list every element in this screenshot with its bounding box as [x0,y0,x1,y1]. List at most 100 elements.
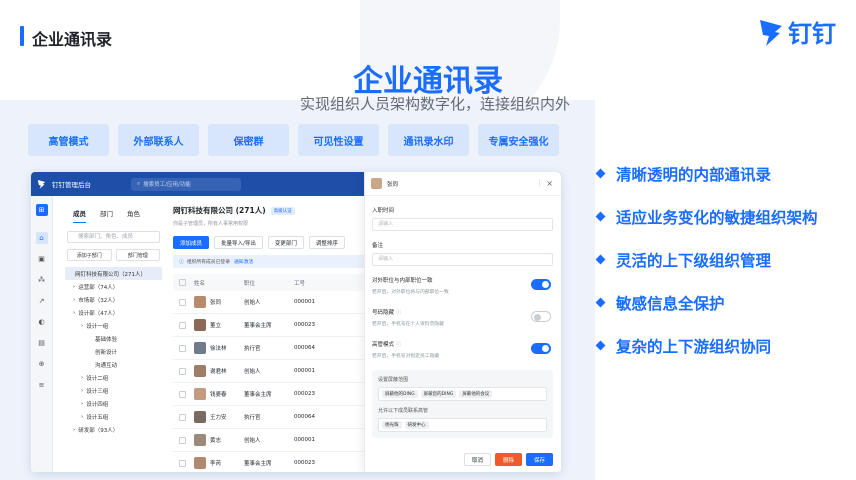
row-checkbox[interactable] [179,344,186,352]
save-button[interactable]: 保存 [525,453,553,466]
external-title-toggle[interactable] [531,279,551,290]
row-checkbox[interactable] [179,390,186,398]
table-row[interactable]: 钱婆春 董事会主席 000023 [173,383,373,406]
row-checkbox[interactable] [179,367,186,375]
tag[interactable]: 屏蔽他的会议 [459,390,493,398]
diamond-bullet-icon [595,297,606,308]
contacts-icon[interactable]: ▣ [36,253,48,265]
hide-number-toggle[interactable] [531,311,551,322]
tree-node[interactable]: › 设计二组 [61,371,166,384]
table-row[interactable]: 谢君林 创始人 000001 [173,360,373,383]
chart-icon[interactable]: ↗ [36,295,48,307]
settings-icon[interactable]: ⊕ [36,358,48,370]
header-accent-bar [20,26,24,46]
row-checkbox[interactable] [179,321,186,329]
tag[interactable]: 研发中心 [404,421,429,429]
row-checkbox[interactable] [179,459,186,467]
member-name: 李芮 [210,461,222,467]
id-cell: 000023 [294,460,315,466]
tree-node-label: 设计四组 [86,401,109,408]
close-icon[interactable]: × [546,179,553,188]
tag[interactable]: 屏蔽他的DING [382,390,418,398]
chip[interactable]: 可见性设置 [298,124,379,156]
tree-node[interactable]: 创新设计 [61,345,166,358]
org-icon[interactable]: ⊞ [35,204,48,216]
block-scope-select[interactable]: 屏蔽他的DING 屏蔽您的DING 屏蔽他的会议 [378,387,547,401]
search-icon: ⌕ [137,180,141,187]
table-row[interactable]: 徐法林 执行官 000064 [173,337,373,360]
row-checkbox[interactable] [179,298,186,306]
tree-node[interactable]: › 设计五组 [61,410,166,423]
action-bar: 添加成员 批量导入/导出 变更部门 调整排序 [173,236,373,249]
info-icon: ⓘ [179,260,184,265]
change-department-button[interactable]: 变更部门 [267,236,304,249]
tree-node[interactable]: 基础体验 [61,332,166,345]
apps-icon[interactable]: ⁂ [36,274,48,286]
tabs: 成员 部门 角色 [61,196,166,223]
adjust-order-button[interactable]: 调整排序 [308,236,345,249]
remark-input[interactable]: 请输入 [372,253,553,266]
tree-node[interactable]: › 研发部（93人） [61,423,166,436]
org-tree-panel: 成员 部门 角色 搜索部门、角色、成员 添加子部门 部门管理 网钉科技有限公司（… [61,196,166,472]
tag[interactable]: 杨光辉 [382,421,402,429]
chevron-right-icon: › [81,387,84,394]
member-name: 钱婆春 [210,392,227,398]
add-subdepartment-button[interactable]: 添加子部门 [67,249,112,261]
left-nav: ⊞ ⌂ ▣ ⁂ ↗ ◐ ▤ ⊕ ≡ [31,196,53,472]
tree-node[interactable]: › 设计三组 [61,384,166,397]
tree-node[interactable]: › 设计部（47人） [61,306,166,319]
row-checkbox[interactable] [179,436,186,444]
tree-node-label: 设计一组 [86,323,109,330]
app-search-input[interactable]: ⌕ 搜索员工/应用/功能 [131,177,241,191]
dingtalk-small-icon [37,180,46,189]
table-row[interactable]: 张同 创始人 000001 [173,291,373,314]
tree-node[interactable]: › 设计一组 [61,319,166,332]
certification-badge: 高级认证 [270,206,295,215]
row-checkbox[interactable] [179,413,186,421]
name-cell: 张同 [194,296,244,308]
tree-node[interactable]: › 运营部（74人） [61,280,166,293]
table-row[interactable]: 黄志 创始人 000001 [173,429,373,452]
document-icon[interactable]: ▤ [36,337,48,349]
chip[interactable]: 保密群 [208,124,289,156]
executive-mode-toggle[interactable] [531,343,551,354]
table-row[interactable]: 王力安 执行官 000064 [173,406,373,429]
column-header: 姓名 [194,280,206,287]
name-cell: 黄志 [194,434,244,446]
menu-icon[interactable]: ≡ [36,379,48,391]
more-icon[interactable]: ⋮ [536,179,543,187]
allowed-contacts-select[interactable]: 杨光辉 研发中心 [378,418,547,432]
bulk-import-export-button[interactable]: 批量导入/导出 [214,236,263,249]
cancel-button[interactable]: 取消 [463,453,491,466]
tab-members[interactable]: 成员 [73,208,86,223]
tab-roles[interactable]: 角色 [127,208,140,223]
delete-button[interactable]: 删除 [494,453,522,466]
hire-date-input[interactable]: 请输入 [372,218,553,231]
chip[interactable]: 高管模式 [28,124,109,156]
avatar [194,342,206,354]
home-icon[interactable]: ⌂ [35,232,48,244]
tag[interactable]: 屏蔽您的DING [420,390,457,398]
table-row[interactable]: 李芮 董事会主席 000023 [173,452,373,472]
tree-node[interactable]: 沟通互动 [61,358,166,371]
tab-departments[interactable]: 部门 [100,208,113,223]
add-member-button[interactable]: 添加成员 [173,236,210,249]
feature-text: 敏感信息全保护 [616,294,725,313]
tree-node[interactable]: › 设计四组 [61,397,166,410]
tree-search-input[interactable]: 搜索部门、角色、成员 [67,231,160,243]
security-icon[interactable]: ◐ [36,316,48,328]
chip[interactable]: 外部联系人 [118,124,199,156]
notice-link[interactable]: 通知激活 [234,258,253,265]
tree-root-node[interactable]: 网钉科技有限公司（271人） [65,267,162,280]
search-placeholder: 搜索员工/应用/功能 [143,182,191,188]
tree-node[interactable]: › 市场部（32人） [61,293,166,306]
chevron-right-icon: › [73,426,76,433]
table-row[interactable]: 董立 董事会主席 000023 [173,314,373,337]
department-manage-button[interactable]: 部门管理 [115,249,160,261]
chip[interactable]: 专属安全强化 [478,124,559,156]
select-all-checkbox[interactable] [179,279,186,286]
switch-desc: 若开启，对外职位将与内部职位一致 [372,290,449,295]
chip[interactable]: 通讯录水印 [388,124,469,156]
company-subtitle: 你是子管理员，所有人事常用权限 [173,221,249,227]
name-cell: 董立 [194,319,244,331]
